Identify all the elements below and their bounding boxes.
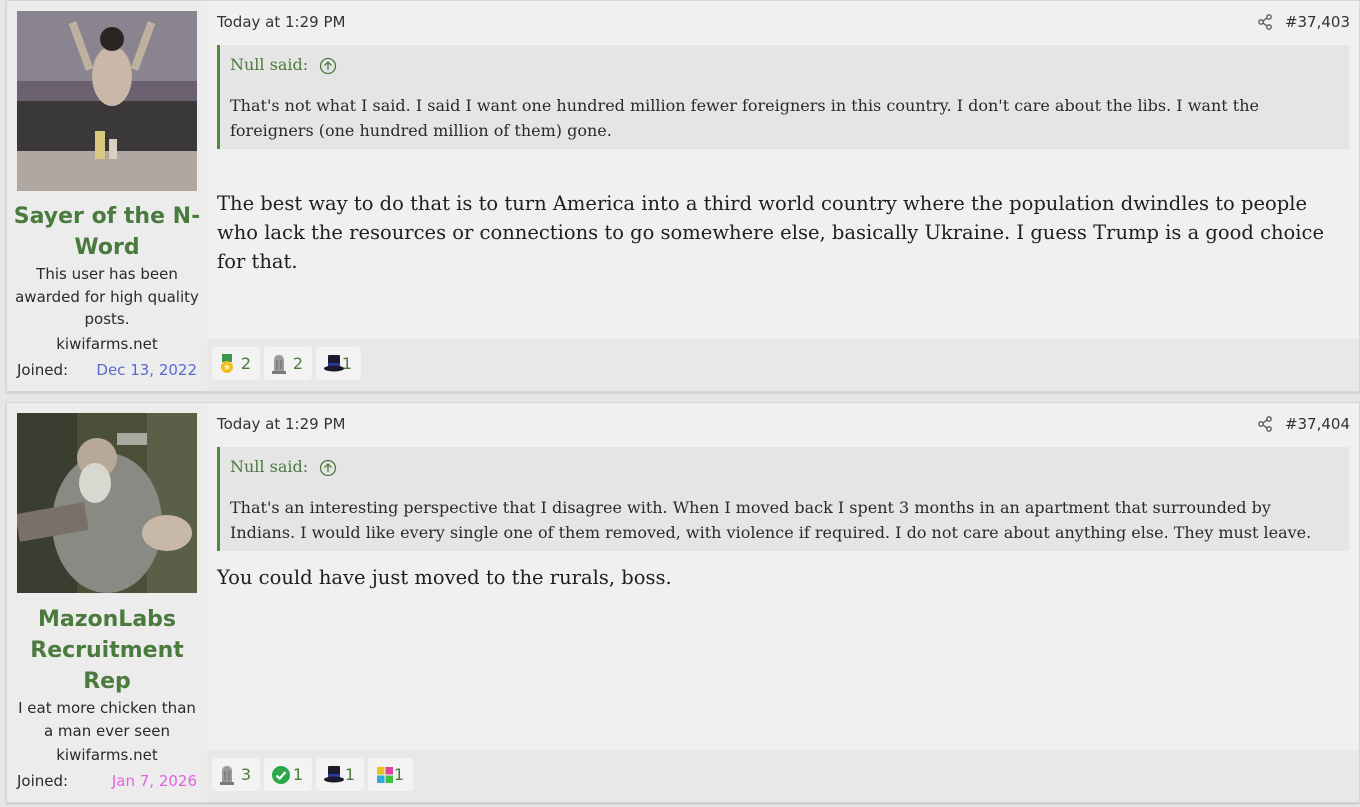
reaction-top-hat[interactable]: 1 [316, 758, 364, 791]
reaction-count: 2 [292, 354, 303, 373]
quote-text: That's an interesting perspective that I… [230, 498, 1312, 542]
reaction-tombstone[interactable]: 2 [264, 347, 312, 380]
tombstone-icon [272, 355, 286, 374]
reaction-count: 1 [393, 765, 404, 784]
arrow-up-circle-icon[interactable] [319, 57, 337, 75]
user-cell: MazonLabs Recruitment Rep I eat more chi… [7, 403, 207, 802]
reaction-medal[interactable]: 2 [212, 347, 260, 380]
post-date[interactable]: Today at 1:29 PM [217, 415, 345, 433]
user-cell: Sayer of the N-Word This user has been a… [7, 1, 207, 391]
share-icon[interactable] [1257, 416, 1273, 432]
reaction-count: 2 [240, 354, 251, 373]
quote-text: That's not what I said. I said I want on… [230, 96, 1259, 140]
reaction-puzzle[interactable]: 1 [368, 758, 413, 791]
joined-date: Dec 13, 2022 [96, 361, 197, 379]
post-number-link[interactable]: #37,404 [1285, 415, 1350, 433]
reaction-count: 3 [240, 765, 251, 784]
quote-header[interactable]: Null said: [230, 55, 337, 75]
quote-author[interactable]: Null said: [230, 457, 308, 476]
username[interactable]: Sayer of the N-Word [11, 201, 203, 263]
tombstone-icon [220, 766, 234, 785]
reaction-count: 1 [344, 765, 355, 784]
quote-block: Null said: That's an interesting perspec… [217, 447, 1349, 551]
user-site: kiwifarms.net [56, 746, 158, 764]
quote-author[interactable]: Null said: [230, 55, 308, 74]
user-site: kiwifarms.net [56, 335, 158, 353]
quote-header[interactable]: Null said: [230, 457, 337, 477]
message-body: The best way to do that is to turn Ameri… [217, 192, 1324, 273]
reaction-count: 1 [341, 354, 352, 373]
avatar[interactable] [17, 413, 197, 593]
checkmark-icon [272, 766, 290, 784]
reactions-bar: 2 2 1 [207, 339, 1359, 391]
post-number-link[interactable]: #37,403 [1285, 13, 1350, 31]
post-37404: MazonLabs Recruitment Rep I eat more chi… [6, 402, 1360, 803]
message-cell: Today at 1:29 PM #37,404 Null said: That… [207, 403, 1359, 802]
share-icon[interactable] [1257, 14, 1273, 30]
avatar[interactable] [17, 11, 197, 191]
post-date[interactable]: Today at 1:29 PM [217, 13, 345, 31]
medal-icon [221, 354, 233, 373]
puzzle-icon [377, 767, 393, 783]
reaction-top-hat[interactable]: 1 [316, 347, 361, 380]
user-title: I eat more chicken than a man ever seen [18, 699, 196, 740]
reaction-count: 1 [292, 765, 303, 784]
message-cell: Today at 1:29 PM #37,403 Null said: That… [207, 1, 1359, 391]
reaction-checkmark[interactable]: 1 [264, 758, 312, 791]
quote-block: Null said: That's not what I said. I sai… [217, 45, 1349, 149]
joined-label: Joined: [17, 772, 69, 790]
arrow-up-circle-icon[interactable] [319, 459, 337, 477]
reactions-bar: 3 1 1 1 [207, 750, 1359, 802]
post-37403: Sayer of the N-Word This user has been a… [6, 0, 1360, 392]
username[interactable]: MazonLabs Recruitment Rep [11, 604, 203, 697]
joined-date: Jan 7, 2026 [111, 772, 197, 790]
user-title: This user has been awarded for high qual… [15, 265, 199, 328]
joined-label: Joined: [17, 361, 69, 379]
top-hat-icon [324, 766, 344, 783]
message-body: You could have just moved to the rurals,… [217, 566, 672, 589]
reaction-tombstone[interactable]: 3 [212, 758, 260, 791]
